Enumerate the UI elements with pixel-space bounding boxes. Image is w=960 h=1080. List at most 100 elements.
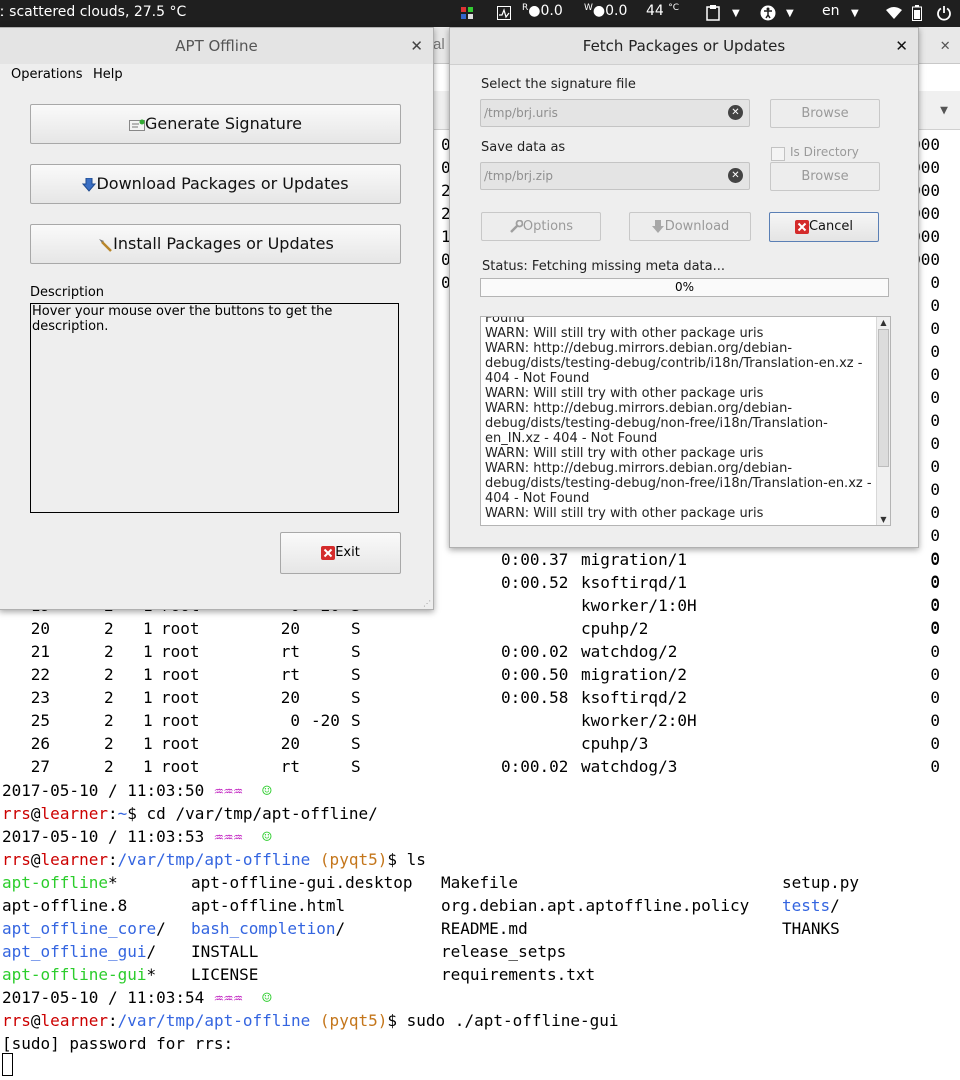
close-icon[interactable]: ✕ [940, 35, 950, 54]
process-time: 0:00.02 [501, 642, 569, 661]
process-stat: S [351, 734, 361, 753]
ls-column: apt-offline* apt-offline.8 apt_offline_cor… [2, 871, 166, 986]
process-user: root [161, 642, 200, 661]
cancel-label: Cancel [808, 219, 854, 234]
menu-help[interactable]: Help [93, 67, 123, 82]
ls-entry-name: Makefile [441, 873, 519, 892]
download-arrow-icon [82, 174, 97, 193]
system-monitor-icon[interactable] [497, 5, 511, 21]
process-user: root [161, 688, 200, 707]
resize-grip-icon[interactable]: ⋰ [423, 599, 431, 608]
process-row-value: 0 [930, 596, 940, 615]
download-packages-button[interactable]: Download Packages or Updates [30, 164, 401, 204]
process-command: watchdog/2 [581, 642, 678, 661]
process-pri: 20 [280, 619, 300, 638]
dropdown-arrow-icon[interactable]: ▼ [940, 103, 948, 118]
menu-operations[interactable]: Operations [11, 67, 82, 82]
close-icon[interactable]: ✕ [410, 37, 423, 55]
exit-icon [321, 545, 336, 560]
log-scrollbar[interactable]: ▲ ▼ [876, 317, 890, 525]
log-line: WARN: Will still try with other package … [485, 446, 764, 461]
chevron-down-icon[interactable]: ▼ [851, 8, 859, 19]
process-time: 0:00.37 [501, 550, 569, 569]
ls-entry-suffix: / [335, 919, 346, 938]
log-line: WARN: Will still try with other package … [485, 326, 764, 341]
process-row-value: 0 [930, 388, 940, 407]
process-pri: 20 [280, 688, 300, 707]
ls-entry: apt-offline-gui* [2, 963, 166, 986]
ls-entry-name: apt-offline-gui.desktop [191, 873, 413, 892]
download-packages-label: Download Packages or Updates [96, 174, 349, 193]
close-icon[interactable]: ✕ [895, 37, 908, 55]
clear-icon[interactable]: ✕ [728, 168, 743, 183]
process-stat: S [351, 711, 361, 730]
scroll-up-icon[interactable]: ▲ [877, 318, 890, 327]
dialog-title: Fetch Packages or Updates [450, 28, 918, 65]
cancel-button[interactable]: Cancel [769, 212, 879, 242]
process-row-value: 0 [930, 526, 940, 545]
exit-label: Exit [335, 545, 360, 560]
process-time: 0:00.58 [501, 688, 569, 707]
scroll-down-icon[interactable]: ▼ [877, 515, 890, 524]
process-pid: 25 [30, 711, 50, 730]
process-row-value: 0 [930, 296, 940, 315]
ls-entry: requirements.txt [441, 963, 749, 986]
ls-entry-name: apt-offline-gui [2, 965, 147, 984]
wifi-icon[interactable] [886, 5, 902, 21]
process-row-value: 0 [930, 273, 940, 292]
battery-icon[interactable] [912, 5, 922, 21]
process-row-value: 0 [930, 480, 940, 499]
signature-file-value: /tmp/brj.uris [484, 106, 558, 120]
options-button[interactable]: Options [481, 212, 601, 241]
ls-entry-name: bash_completion [191, 919, 336, 938]
process-pri: rt [280, 757, 300, 776]
process-command: kworker/1:0H [581, 596, 697, 615]
process-user: root [161, 665, 200, 684]
process-row-value: 0 [930, 342, 940, 361]
download-button[interactable]: Download [629, 212, 751, 241]
process-ppid: 2 [104, 757, 114, 776]
exit-button[interactable]: Exit [280, 532, 401, 574]
process-ppid: 2 [104, 734, 114, 753]
install-packages-button[interactable]: Install Packages or Updates [30, 224, 401, 264]
process-stat: S [351, 642, 361, 661]
weather-indicator[interactable]: ː scattered clouds, 27.5 °C [0, 4, 186, 20]
process-user: root [161, 619, 200, 638]
generate-signature-button[interactable]: Generate Signature [30, 104, 401, 144]
browse-signature-button[interactable]: Browse [770, 99, 880, 128]
process-pid: 22 [30, 665, 50, 684]
terminal-cursor[interactable] [2, 1053, 13, 1076]
ls-entry-name: THANKS [782, 919, 840, 938]
clipboard-icon[interactable] [706, 5, 720, 21]
prompt-line: rrs@learner:~$ cd /var/tmp/apt-offline/ [2, 804, 378, 823]
process-ppid: 2 [104, 619, 114, 638]
browse-save-button[interactable]: Browse [770, 162, 880, 191]
clear-icon[interactable]: ✕ [728, 105, 743, 120]
process-row-value: 0 [930, 711, 940, 730]
timestamp-line: 2017-05-10 / 11:03:53 ♒♒♒ ☺ [2, 827, 272, 846]
log-line: WARN: Will still try with other package … [485, 506, 764, 521]
scrollbar-thumb[interactable] [878, 329, 889, 467]
power-icon[interactable] [936, 5, 952, 21]
log-output[interactable]: Found WARN: Will still try with other pac… [480, 316, 891, 526]
process-stat: S [351, 757, 361, 776]
process-pri: 20 [280, 734, 300, 753]
process-stat: S [351, 665, 361, 684]
chevron-down-icon[interactable]: ▼ [786, 8, 794, 19]
grid-icon[interactable] [460, 5, 474, 21]
ls-entry-name: apt_offline_gui [2, 942, 147, 961]
process-row-value: 0 [930, 642, 940, 661]
process-pid: 23 [30, 688, 50, 707]
language-indicator[interactable]: en [822, 3, 840, 19]
description-box: Hover your mouse over the buttons to get… [30, 303, 399, 513]
chevron-down-icon[interactable]: ▼ [732, 8, 740, 19]
fetch-packages-dialog: Fetch Packages or Updates ✕ Select the s… [449, 27, 919, 548]
signature-file-field[interactable]: /tmp/brj.uris ✕ [480, 99, 750, 127]
accessibility-icon[interactable] [760, 5, 776, 21]
save-data-field[interactable]: /tmp/brj.zip ✕ [480, 162, 750, 190]
process-row-value: 0 [930, 688, 940, 707]
process-time: 0:00.02 [501, 757, 569, 776]
process-ppid: 2 [104, 665, 114, 684]
ls-entry-suffix: / [146, 942, 157, 961]
is-directory-checkbox[interactable] [771, 147, 785, 161]
